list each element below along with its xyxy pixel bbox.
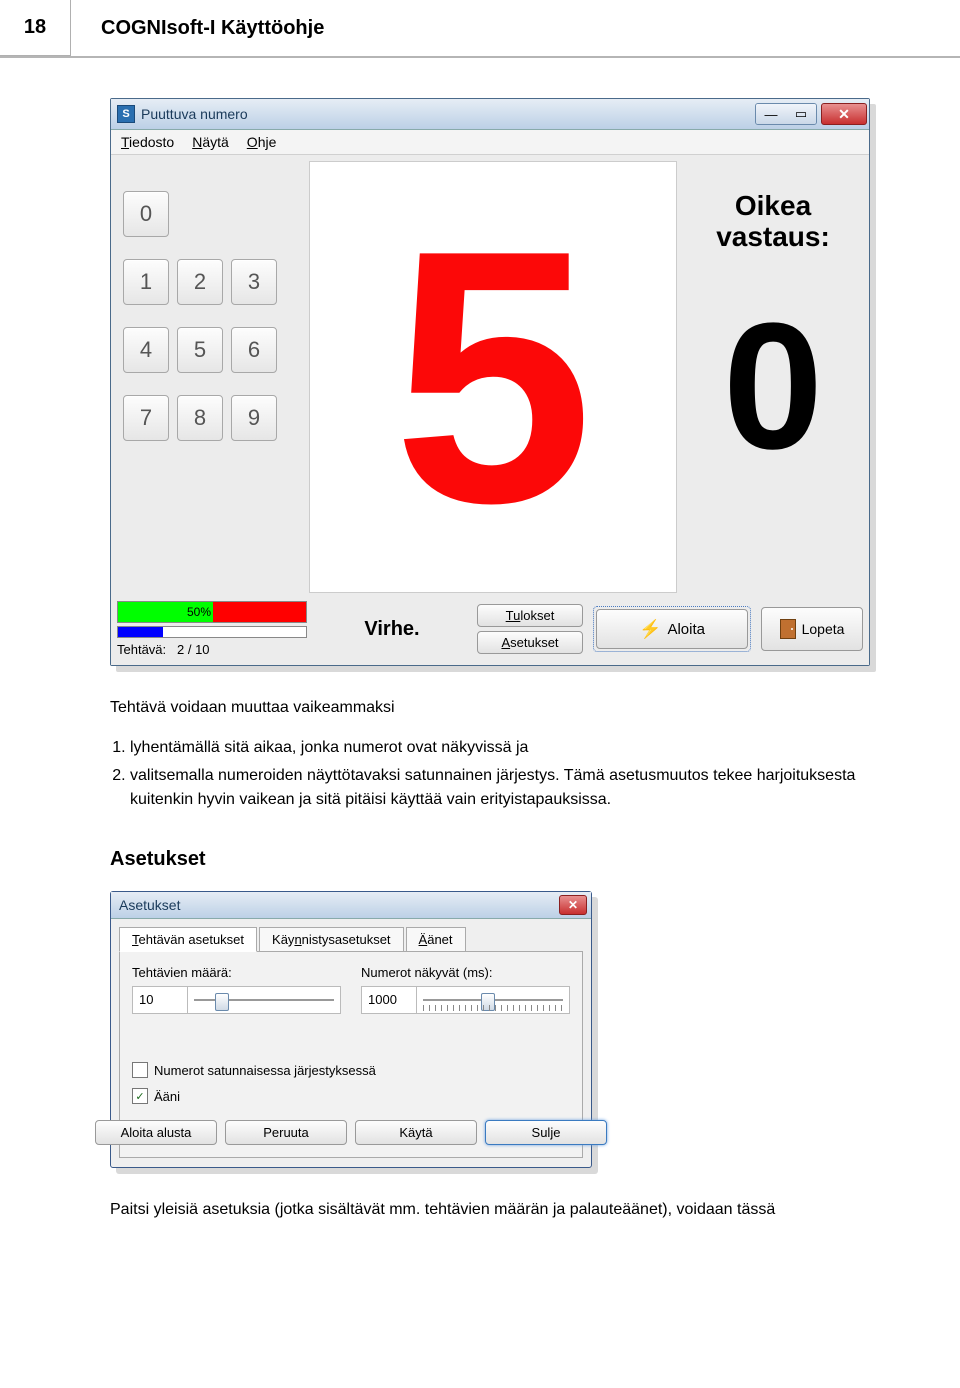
section-heading: Asetukset xyxy=(110,848,870,871)
minimize-button[interactable]: — xyxy=(756,104,786,124)
score-percent: 50% xyxy=(118,602,213,622)
displayed-number: 5 xyxy=(393,233,593,521)
menu-file[interactable]: Tiedosto xyxy=(121,134,174,150)
sound-checkbox[interactable]: ✓ Ääni xyxy=(132,1088,570,1104)
dialog-titlebar: Asetukset ✕ xyxy=(111,892,591,919)
key-0[interactable]: 0 xyxy=(123,191,169,237)
checkbox-label: Ääni xyxy=(154,1089,180,1104)
app-window: S Puuttuva numero — ▭ ✕ Tiedosto Näytä O… xyxy=(110,98,870,666)
task-count-value: 10 xyxy=(133,987,188,1013)
tab-startup-settings[interactable]: Käynnistysasetukset xyxy=(259,927,404,952)
checkbox-icon xyxy=(132,1062,148,1078)
checkbox-icon: ✓ xyxy=(132,1088,148,1104)
close-dialog-button[interactable]: Sulje xyxy=(485,1120,607,1145)
list-item: valitsemalla numeroiden näyttötavaksi sa… xyxy=(130,764,870,812)
task-progress-bar xyxy=(117,626,307,638)
results-button[interactable]: Tulokset xyxy=(477,604,583,627)
title-bar: S Puuttuva numero — ▭ ✕ xyxy=(111,99,869,130)
field-task-count-label: Tehtävien määrä: xyxy=(132,965,232,980)
score-bar: 50% xyxy=(117,601,307,623)
page-header: 18 COGNIsoft-I Käyttöohje xyxy=(0,0,960,58)
page-number: 18 xyxy=(0,0,71,56)
tab-sounds[interactable]: Äänet xyxy=(406,927,466,952)
maximize-button[interactable]: ▭ xyxy=(786,104,816,124)
list-item: lyhentämällä sitä aikaa, jonka numerot o… xyxy=(130,736,870,760)
settings-button[interactable]: Asetukset xyxy=(477,631,583,654)
quit-button[interactable]: Lopeta xyxy=(761,607,863,651)
key-7[interactable]: 7 xyxy=(123,395,169,441)
key-4[interactable]: 4 xyxy=(123,327,169,373)
window-title: Puuttuva numero xyxy=(141,106,248,122)
display-time-value: 1000 xyxy=(362,987,417,1013)
start-button[interactable]: ⚡ Aloita xyxy=(593,606,751,652)
cancel-button[interactable]: Peruuta xyxy=(225,1120,347,1145)
app-icon: S xyxy=(117,105,135,123)
lightning-icon: ⚡ xyxy=(639,619,661,640)
key-2[interactable]: 2 xyxy=(177,259,223,305)
key-6[interactable]: 6 xyxy=(231,327,277,373)
paragraph-outro: Paitsi yleisiä asetuksia (jotka sisältäv… xyxy=(110,1198,870,1222)
menu-bar: Tiedosto Näytä Ohje xyxy=(111,130,869,155)
paragraph-intro: Tehtävä voidaan muuttaa vaikeammaksi xyxy=(110,696,870,720)
random-order-checkbox[interactable]: Numerot satunnaisessa järjestyksessä xyxy=(132,1062,570,1078)
tab-task-settings[interactable]: Tehtävän asetukset xyxy=(119,927,257,952)
restart-button[interactable]: Aloita alusta xyxy=(95,1120,217,1145)
dialog-title: Asetukset xyxy=(119,897,180,913)
correct-answer: 0 xyxy=(723,283,823,490)
status-bar: 50% Tehtävä: 2 / 10 Virhe. Tulokset Aset… xyxy=(117,601,863,657)
status-text: Virhe. xyxy=(317,618,467,641)
menu-view[interactable]: Näytä xyxy=(192,134,229,150)
field-display-time-label: Numerot näkyvät (ms): xyxy=(361,965,492,980)
display-time-slider[interactable]: 1000 xyxy=(361,986,570,1014)
close-button[interactable]: ✕ xyxy=(821,103,867,125)
number-keypad: 0 1 2 3 4 5 6 7 8 9 xyxy=(117,161,303,593)
key-9[interactable]: 9 xyxy=(231,395,277,441)
key-5[interactable]: 5 xyxy=(177,327,223,373)
tab-bar: Tehtävän asetukset Käynnistysasetukset Ä… xyxy=(119,927,583,952)
settings-dialog: Asetukset ✕ Tehtävän asetukset Käynnisty… xyxy=(110,891,592,1168)
menu-help[interactable]: Ohje xyxy=(247,134,277,150)
numbered-list: lyhentämällä sitä aikaa, jonka numerot o… xyxy=(110,736,870,812)
task-counter: Tehtävä: 2 / 10 xyxy=(117,642,307,657)
dialog-close-button[interactable]: ✕ xyxy=(559,895,587,915)
apply-button[interactable]: Käytä xyxy=(355,1120,477,1145)
doc-title: COGNIsoft-I Käyttöohje xyxy=(71,0,960,56)
task-count-slider[interactable]: 10 xyxy=(132,986,341,1014)
key-3[interactable]: 3 xyxy=(231,259,277,305)
door-icon xyxy=(780,619,796,639)
checkbox-label: Numerot satunnaisessa järjestyksessä xyxy=(154,1063,376,1078)
key-1[interactable]: 1 xyxy=(123,259,169,305)
answer-panel: Oikeavastaus: 0 xyxy=(683,161,863,593)
answer-label: Oikeavastaus: xyxy=(716,191,830,253)
display-panel: 5 xyxy=(309,161,677,593)
key-8[interactable]: 8 xyxy=(177,395,223,441)
